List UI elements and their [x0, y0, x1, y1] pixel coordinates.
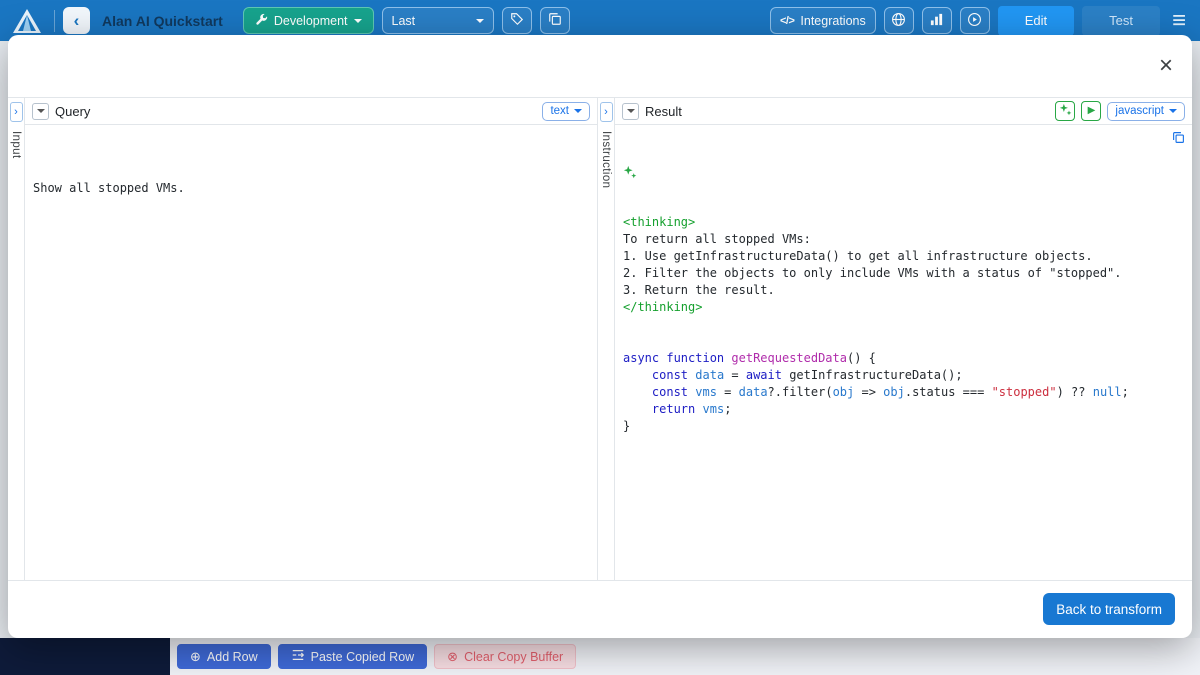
- result-panel-title: Result: [645, 104, 682, 119]
- chevron-right-icon: ›: [604, 107, 608, 118]
- edit-tab[interactable]: Edit: [998, 6, 1074, 36]
- play-circle-icon: [967, 12, 982, 30]
- query-mode-select[interactable]: text: [542, 102, 590, 121]
- query-type-select[interactable]: [32, 103, 49, 120]
- editor-panels: › Input Query text Show all stopped VMs.: [8, 97, 1192, 581]
- analytics-button[interactable]: [922, 7, 952, 34]
- clear-copy-buffer-button[interactable]: ⊗ Clear Copy Buffer: [434, 644, 576, 669]
- globe-button[interactable]: [884, 7, 914, 34]
- sidebar-bottom: [0, 638, 170, 675]
- play-icon: ▶: [1088, 106, 1096, 116]
- back-to-transform-button[interactable]: Back to transform: [1043, 593, 1175, 625]
- code-line: async function getRequestedData() {: [623, 350, 1184, 367]
- result-panel: Result ▶ javascript: [614, 98, 1192, 580]
- tag-version-button[interactable]: [502, 7, 532, 34]
- query-mode-value: text: [550, 105, 569, 117]
- chevron-down-icon: [476, 19, 484, 23]
- copy-version-button[interactable]: [540, 7, 570, 34]
- environment-dropdown[interactable]: Development: [243, 7, 374, 34]
- code-line: 1. Use getInfrastructureData() to get al…: [623, 248, 1184, 265]
- instruction-rail-label: Instruction: [600, 131, 612, 188]
- result-panel-header: Result ▶ javascript: [615, 98, 1192, 125]
- chevron-down-icon: [1169, 109, 1177, 113]
- input-rail: › Input: [8, 98, 24, 580]
- close-button[interactable]: ×: [1153, 52, 1179, 80]
- code-line: [623, 333, 1184, 350]
- result-mode-value: javascript: [1115, 105, 1164, 117]
- result-editor[interactable]: <thinking>To return all stopped VMs:1. U…: [615, 125, 1192, 580]
- paste-copied-row-button[interactable]: Paste Copied Row: [278, 644, 428, 669]
- hamburger-icon: ≡: [1172, 7, 1186, 34]
- integrations-button[interactable]: </> Integrations: [770, 7, 876, 34]
- code-line: return vms;: [623, 401, 1184, 418]
- cancel-circle-icon: ⊗: [447, 650, 458, 663]
- chevron-down-icon: [574, 109, 582, 113]
- copy-result-icon[interactable]: [1100, 131, 1185, 144]
- result-type-select[interactable]: [622, 103, 639, 120]
- back-button[interactable]: ‹: [63, 7, 90, 34]
- query-panel-title: Query: [55, 104, 90, 119]
- version-select[interactable]: Last: [382, 7, 494, 34]
- add-row-button[interactable]: ⊕ Add Row: [177, 644, 271, 669]
- globe-icon: [891, 12, 906, 30]
- code-line: <thinking>: [623, 214, 1184, 231]
- clear-buffer-label: Clear Copy Buffer: [464, 650, 563, 664]
- page-footer: ⊕ Add Row Paste Copied Row ⊗ Clear Copy …: [0, 638, 1200, 675]
- add-row-label: Add Row: [207, 650, 258, 664]
- back-chevron-icon: ‹: [74, 11, 80, 31]
- integrations-label: Integrations: [800, 14, 865, 28]
- input-rail-label: Input: [10, 131, 22, 159]
- code-line: [623, 316, 1184, 333]
- query-panel-header: Query text: [25, 98, 597, 125]
- result-mode-select[interactable]: javascript: [1107, 102, 1185, 121]
- run-code-button[interactable]: ▶: [1081, 101, 1101, 121]
- wrench-icon: [255, 13, 268, 29]
- plus-circle-icon: ⊕: [190, 650, 201, 663]
- project-title: Alan AI Quickstart: [102, 13, 223, 29]
- query-text: Show all stopped VMs.: [33, 180, 589, 197]
- code-line: </thinking>: [623, 299, 1184, 316]
- chevron-down-icon: [354, 19, 362, 23]
- version-value: Last: [392, 14, 416, 28]
- ai-generate-button[interactable]: [1055, 101, 1075, 121]
- code-line: const vms = data?.filter(obj => obj.stat…: [623, 384, 1184, 401]
- transform-modal: × › Input Query text Show all stop: [8, 35, 1192, 638]
- paste-row-icon: [291, 648, 305, 665]
- alan-ai-logo-icon: [10, 7, 44, 35]
- code-brackets-icon: </>: [780, 15, 794, 27]
- run-dialog-button[interactable]: [960, 7, 990, 34]
- sparkle-icon: [1059, 103, 1072, 119]
- row-actions: ⊕ Add Row Paste Copied Row ⊗ Clear Copy …: [170, 638, 1200, 675]
- result-code: <thinking>To return all stopped VMs:1. U…: [623, 214, 1184, 435]
- query-editor[interactable]: Show all stopped VMs.: [25, 125, 597, 580]
- copy-icon: [548, 12, 562, 29]
- chevron-down-icon: [627, 109, 635, 113]
- expand-instruction-button[interactable]: ›: [600, 102, 613, 122]
- expand-input-button[interactable]: ›: [10, 102, 23, 122]
- bar-chart-icon: [929, 12, 944, 30]
- instruction-rail: › Instruction: [598, 98, 614, 580]
- environment-label: Development: [274, 14, 348, 28]
- chevron-down-icon: [37, 109, 45, 113]
- paste-row-label: Paste Copied Row: [311, 650, 415, 664]
- query-panel: Query text Show all stopped VMs.: [24, 98, 598, 580]
- code-line: To return all stopped VMs:: [623, 231, 1184, 248]
- code-line: }: [623, 418, 1184, 435]
- test-tab[interactable]: Test: [1082, 6, 1160, 36]
- divider: [54, 10, 55, 32]
- code-line: const data = await getInfrastructureData…: [623, 367, 1184, 384]
- tag-icon: [510, 12, 524, 29]
- ai-generated-sparkle-icon: [623, 163, 1184, 180]
- code-line: 3. Return the result.: [623, 282, 1184, 299]
- close-icon: ×: [1159, 52, 1173, 79]
- menu-button[interactable]: ≡: [1168, 9, 1190, 33]
- topbar-right-group: </> Integrations Edit Test ≡: [770, 6, 1190, 36]
- code-line: 2. Filter the objects to only include VM…: [623, 265, 1184, 282]
- chevron-right-icon: ›: [14, 107, 18, 118]
